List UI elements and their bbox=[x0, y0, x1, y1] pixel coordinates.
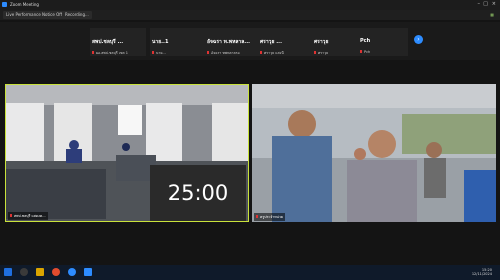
mic-muted-icon bbox=[10, 214, 12, 217]
folder-icon[interactable] bbox=[36, 268, 44, 276]
close-button[interactable]: × bbox=[492, 1, 496, 7]
participant-thumb[interactable]: อัจฉรา ท.พหลาล... อัจฉรา ทพหลาลรอ bbox=[205, 28, 261, 56]
window-title: Zoom Meeting bbox=[10, 2, 39, 7]
participant-strip: สพป.ชลบุรี ... ผอ.สพป.ชลบุรี เขต 1 นาย..… bbox=[0, 22, 500, 60]
mic-muted-icon bbox=[314, 51, 316, 54]
participant-sub: อัจฉรา ทพหลาลรอ bbox=[211, 51, 240, 55]
edge-icon[interactable] bbox=[68, 268, 76, 276]
browser-icon[interactable] bbox=[52, 268, 60, 276]
mic-muted-icon bbox=[360, 50, 362, 53]
video-participant-label: สพป.ชลบุรี แสดงค... bbox=[8, 212, 48, 220]
title-bar: Zoom Meeting – □ × bbox=[0, 0, 500, 10]
recording-tab[interactable]: Recording... bbox=[62, 11, 92, 19]
zoom-app-icon bbox=[2, 2, 7, 7]
taskbar: 15:20 12/11/2024 bbox=[0, 265, 500, 280]
clock-date: 12/11/2024 bbox=[471, 272, 492, 276]
participant-thumb[interactable]: นาย..1 นาย... bbox=[150, 28, 206, 56]
view-toggle-icon[interactable]: ▦ bbox=[490, 12, 494, 17]
mic-muted-icon bbox=[92, 51, 94, 54]
participant-name: สพป.ชลบุรี ... bbox=[92, 39, 124, 45]
participant-name: นาย..1 bbox=[152, 39, 169, 45]
mic-muted-icon bbox=[207, 51, 209, 54]
video-tile-villagers[interactable]: ครูประจำหน่วย bbox=[252, 84, 496, 222]
minimize-button[interactable]: – bbox=[478, 1, 481, 7]
search-icon[interactable] bbox=[20, 268, 28, 276]
video-participant-name: สพป.ชลบุรี แสดงค... bbox=[14, 214, 46, 218]
zoom-taskbar-icon[interactable] bbox=[84, 268, 92, 276]
participant-thumb[interactable]: Pch Pch bbox=[358, 28, 408, 56]
system-clock: 15:20 12/11/2024 bbox=[472, 268, 492, 276]
video-participant-label: ครูประจำหน่วย bbox=[254, 213, 285, 221]
villagers-video bbox=[252, 84, 496, 222]
start-icon[interactable] bbox=[4, 268, 12, 276]
mic-muted-icon bbox=[256, 215, 258, 218]
countdown-timer: 25:00 bbox=[150, 165, 246, 221]
mic-muted-icon bbox=[152, 51, 154, 54]
participant-sub: นาย... bbox=[156, 51, 166, 55]
video-participant-name: ครูประจำหน่วย bbox=[260, 215, 283, 219]
participant-sub: Pch bbox=[364, 50, 371, 54]
participant-name: Pch bbox=[360, 38, 371, 44]
live-notice-tab[interactable]: Live Performance Notice Off bbox=[3, 11, 66, 19]
participant-name: ศราวุธ ... bbox=[260, 39, 282, 45]
participant-sub: ศราวุธ bbox=[318, 51, 329, 55]
participant-thumb[interactable]: สพป.ชลบุรี ... ผอ.สพป.ชลบุรี เขต 1 bbox=[90, 28, 146, 56]
mic-muted-icon bbox=[260, 51, 262, 54]
participant-thumb[interactable]: ศราวุธ ... ศราวุธ แสงนี bbox=[258, 28, 314, 56]
participant-sub: ศราวุธ แสงนี bbox=[264, 51, 284, 55]
participant-sub: ผอ.สพป.ชลบุรี เขต 1 bbox=[96, 51, 128, 55]
next-page-arrow-icon[interactable]: › bbox=[414, 35, 423, 44]
zoom-toolbar: Live Performance Notice Off Recording...… bbox=[0, 10, 500, 20]
participant-name: ศราวุธ bbox=[314, 39, 329, 45]
participant-name: อัจฉรา ท.พหลาล... bbox=[207, 39, 250, 45]
maximize-button[interactable]: □ bbox=[483, 1, 488, 7]
